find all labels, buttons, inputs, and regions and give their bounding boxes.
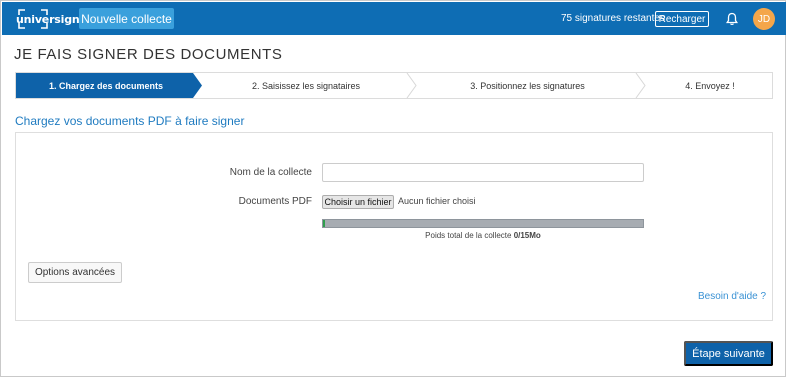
section-title: Chargez vos documents PDF à faire signer — [15, 114, 245, 128]
step-progress-bar: 1. Chargez des documents 2. Saisissez le… — [15, 72, 773, 99]
new-collection-button[interactable]: Nouvelle collecte — [79, 8, 174, 29]
collection-name-input[interactable] — [322, 163, 644, 182]
step-send[interactable]: 4. Envoyez ! — [648, 73, 772, 98]
documents-pdf-label: Documents PDF — [238, 196, 312, 207]
choose-file-button[interactable]: Choisir un fichier — [322, 195, 394, 209]
help-link[interactable]: Besoin d'aide ? — [698, 291, 766, 302]
top-navbar: universign Nouvelle collecte 75 signatur… — [2, 2, 786, 35]
step-position-signatures[interactable]: 3. Positionnez les signatures — [420, 73, 635, 98]
recharge-button[interactable]: Recharger — [655, 11, 709, 27]
upload-size-progress — [322, 219, 644, 228]
collection-weight: Poids total de la collecte 0/15Mo — [322, 231, 644, 240]
upload-size-progress-fill — [323, 220, 325, 227]
collection-name-label: Nom de la collecte — [229, 167, 312, 178]
step-upload-documents[interactable]: 1. Chargez des documents — [16, 73, 196, 98]
next-step-button[interactable]: Étape suivante — [684, 341, 773, 366]
file-status: Aucun fichier choisi — [398, 196, 476, 206]
logo-text: universign — [16, 12, 80, 26]
user-avatar[interactable]: JD — [753, 8, 775, 30]
step-enter-signers[interactable]: 2. Saisissez les signataires — [206, 73, 406, 98]
bell-icon[interactable] — [725, 12, 739, 26]
advanced-options-button[interactable]: Options avancées — [28, 262, 122, 283]
page-title: JE FAIS SIGNER DES DOCUMENTS — [14, 46, 283, 63]
universign-logo[interactable]: universign — [13, 8, 80, 30]
signatures-remaining: 75 signatures restantes — [561, 13, 665, 24]
app-window: universign Nouvelle collecte 75 signatur… — [0, 0, 786, 377]
collection-weight-value: 0/15Mo — [513, 231, 541, 240]
collection-weight-label: Poids total de la collecte — [425, 231, 512, 240]
